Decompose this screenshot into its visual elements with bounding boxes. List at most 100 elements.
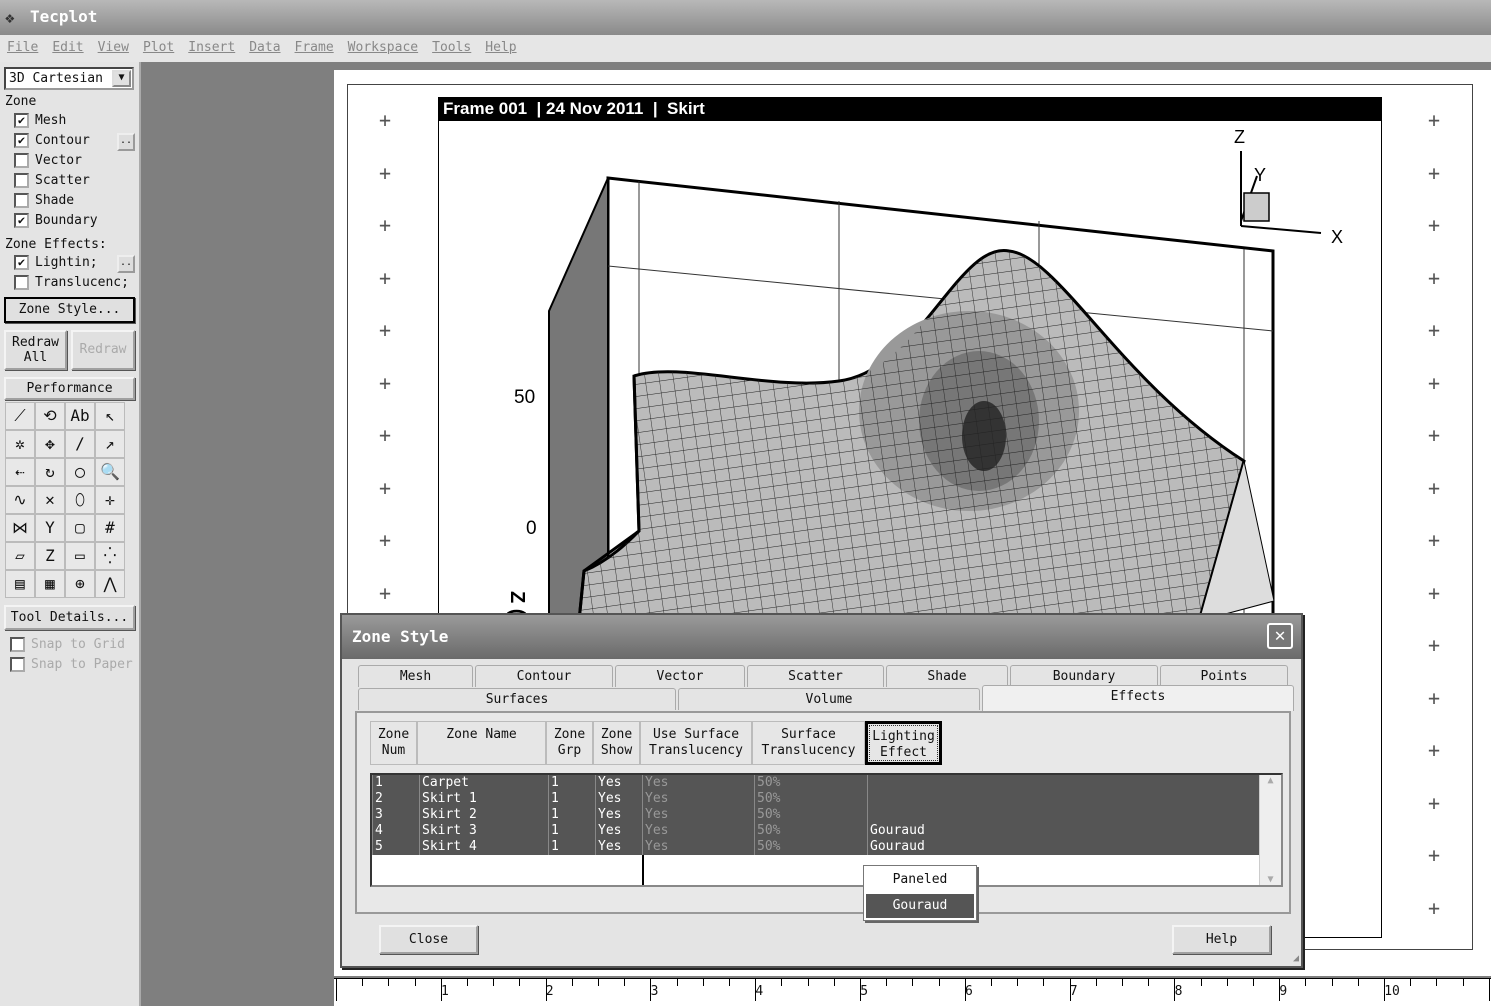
- tool-icon-5[interactable]: ✥: [35, 430, 65, 458]
- performance-button[interactable]: Performance: [4, 377, 135, 400]
- zone-grid[interactable]: 1 Carpet 1 Yes Yes 50% 2 Skirt 1 1 Yes Yes 50% 3 Skir…: [370, 773, 1283, 887]
- cell[interactable]: Yes: [595, 807, 642, 823]
- lighting-options-button[interactable]: ..: [117, 255, 135, 273]
- column-header[interactable]: Use Surface Translucency: [640, 721, 752, 765]
- tab-volume[interactable]: Volume: [678, 688, 980, 710]
- tab-points[interactable]: Points: [1160, 665, 1288, 687]
- cell[interactable]: 50%: [754, 839, 867, 855]
- tool-icon-11[interactable]: 🔍: [95, 458, 125, 486]
- cell[interactable]: Yes: [595, 775, 642, 791]
- effect-1-checkbox[interactable]: Translucenc;: [14, 275, 129, 290]
- tab-scatter[interactable]: Scatter: [747, 665, 884, 687]
- table-row[interactable]: 2 Skirt 1 1 Yes Yes 50%: [372, 791, 1260, 807]
- menu-data[interactable]: Data: [249, 40, 280, 57]
- tab-mesh[interactable]: Mesh: [358, 665, 473, 687]
- tool-icon-22[interactable]: ▭: [65, 542, 95, 570]
- cell[interactable]: [867, 775, 947, 791]
- cell[interactable]: 50%: [754, 775, 867, 791]
- zone-vector-checkbox[interactable]: Vector: [14, 153, 82, 168]
- tool-icon-9[interactable]: ↻: [35, 458, 65, 486]
- cell[interactable]: 1: [548, 839, 595, 855]
- tab-surfaces[interactable]: Surfaces: [358, 688, 676, 710]
- cell[interactable]: Skirt 3: [419, 823, 548, 839]
- scroll-down-icon[interactable]: ▼: [1260, 874, 1281, 885]
- column-header[interactable]: Zone Num: [370, 721, 417, 765]
- checkbox-box[interactable]: ✔: [14, 255, 29, 270]
- checkbox-box[interactable]: [14, 193, 29, 208]
- vertical-scrollbar[interactable]: ▲ ▼: [1259, 775, 1281, 885]
- tab-contour[interactable]: Contour: [475, 665, 613, 687]
- cell[interactable]: Carpet: [419, 775, 548, 791]
- cell[interactable]: [867, 791, 947, 807]
- table-row[interactable]: 4 Skirt 3 1 Yes Yes 50% Gouraud: [372, 823, 1260, 839]
- snap-to-paper-checkbox[interactable]: Snap to Paper: [10, 657, 133, 672]
- cell[interactable]: Skirt 2: [419, 807, 548, 823]
- tool-icon-27[interactable]: ⋀: [95, 570, 125, 598]
- table-row[interactable]: 5 Skirt 4 1 Yes Yes 50% Gouraud: [372, 839, 1260, 855]
- checkbox-box[interactable]: [10, 637, 25, 652]
- tool-icon-4[interactable]: ✲: [5, 430, 35, 458]
- tool-icon-8[interactable]: ⇠: [5, 458, 35, 486]
- tool-icon-18[interactable]: ▢: [65, 514, 95, 542]
- column-header[interactable]: Surface Translucency: [752, 721, 865, 765]
- zone-scatter-checkbox[interactable]: Scatter: [14, 173, 90, 188]
- scroll-up-icon[interactable]: ▲: [1260, 775, 1281, 786]
- tool-icon-20[interactable]: ▱: [5, 542, 35, 570]
- cell[interactable]: 1: [548, 823, 595, 839]
- tool-icon-26[interactable]: ⊕: [65, 570, 95, 598]
- cell[interactable]: Skirt 4: [419, 839, 548, 855]
- tool-icon-19[interactable]: #: [95, 514, 125, 542]
- column-header[interactable]: Zone Grp: [546, 721, 593, 765]
- menu-tools[interactable]: Tools: [432, 40, 471, 57]
- tool-icon-10[interactable]: ◯: [65, 458, 95, 486]
- cell[interactable]: 3: [372, 807, 419, 823]
- cell[interactable]: Yes: [642, 807, 754, 823]
- checkbox-box[interactable]: ✔: [14, 133, 29, 148]
- tool-icon-25[interactable]: ▦: [35, 570, 65, 598]
- menu-workspace[interactable]: Workspace: [348, 40, 418, 57]
- column-header[interactable]: Lighting Effect: [865, 721, 942, 765]
- zone-contour-checkbox[interactable]: ✔ Contour: [14, 133, 90, 148]
- cell[interactable]: 50%: [754, 791, 867, 807]
- cell[interactable]: Skirt 1: [419, 791, 548, 807]
- tool-icon-0[interactable]: ⟋: [5, 402, 35, 430]
- checkbox-box[interactable]: [14, 153, 29, 168]
- cell[interactable]: 50%: [754, 807, 867, 823]
- tool-icon-14[interactable]: ⬯: [65, 486, 95, 514]
- plot-type-select[interactable]: 3D Cartesian ▼: [4, 67, 134, 90]
- cell[interactable]: Yes: [642, 839, 754, 855]
- option-gouraud[interactable]: Gouraud: [866, 894, 974, 918]
- menu-help[interactable]: Help: [485, 40, 516, 57]
- chevron-down-icon[interactable]: ▼: [112, 70, 131, 87]
- checkbox-box[interactable]: [14, 275, 29, 290]
- close-icon[interactable]: ✕: [1267, 623, 1293, 649]
- tool-details-button[interactable]: Tool Details...: [4, 605, 135, 630]
- tab-shade[interactable]: Shade: [886, 665, 1008, 687]
- effect-0-checkbox[interactable]: ✔ Lightin;: [14, 255, 98, 270]
- column-header[interactable]: Zone Name: [417, 721, 546, 765]
- lighting-effect-dropdown[interactable]: Paneled Gouraud: [863, 865, 977, 921]
- column-header[interactable]: Zone Show: [593, 721, 640, 765]
- cell[interactable]: 4: [372, 823, 419, 839]
- checkbox-box[interactable]: ✔: [14, 113, 29, 128]
- tool-icon-15[interactable]: ✛: [95, 486, 125, 514]
- cell[interactable]: 1: [548, 791, 595, 807]
- zone-style-button[interactable]: Zone Style...: [4, 297, 135, 323]
- option-paneled[interactable]: Paneled: [866, 868, 974, 892]
- tool-icon-23[interactable]: ⁛: [95, 542, 125, 570]
- cell[interactable]: 1: [548, 807, 595, 823]
- menu-edit[interactable]: Edit: [52, 40, 83, 57]
- tool-icon-21[interactable]: Z: [35, 542, 65, 570]
- tool-icon-12[interactable]: ∿: [5, 486, 35, 514]
- tool-icon-16[interactable]: ⋈: [5, 514, 35, 542]
- cell[interactable]: 50%: [754, 823, 867, 839]
- menu-plot[interactable]: Plot: [143, 40, 174, 57]
- cell[interactable]: 1: [548, 775, 595, 791]
- menu-insert[interactable]: Insert: [188, 40, 235, 57]
- tool-icon-7[interactable]: ↗: [95, 430, 125, 458]
- tool-icon-2[interactable]: Ab: [65, 402, 95, 430]
- tool-icon-1[interactable]: ⟲: [35, 402, 65, 430]
- cell[interactable]: 2: [372, 791, 419, 807]
- cell[interactable]: Yes: [642, 775, 754, 791]
- menu-file[interactable]: File: [7, 40, 38, 57]
